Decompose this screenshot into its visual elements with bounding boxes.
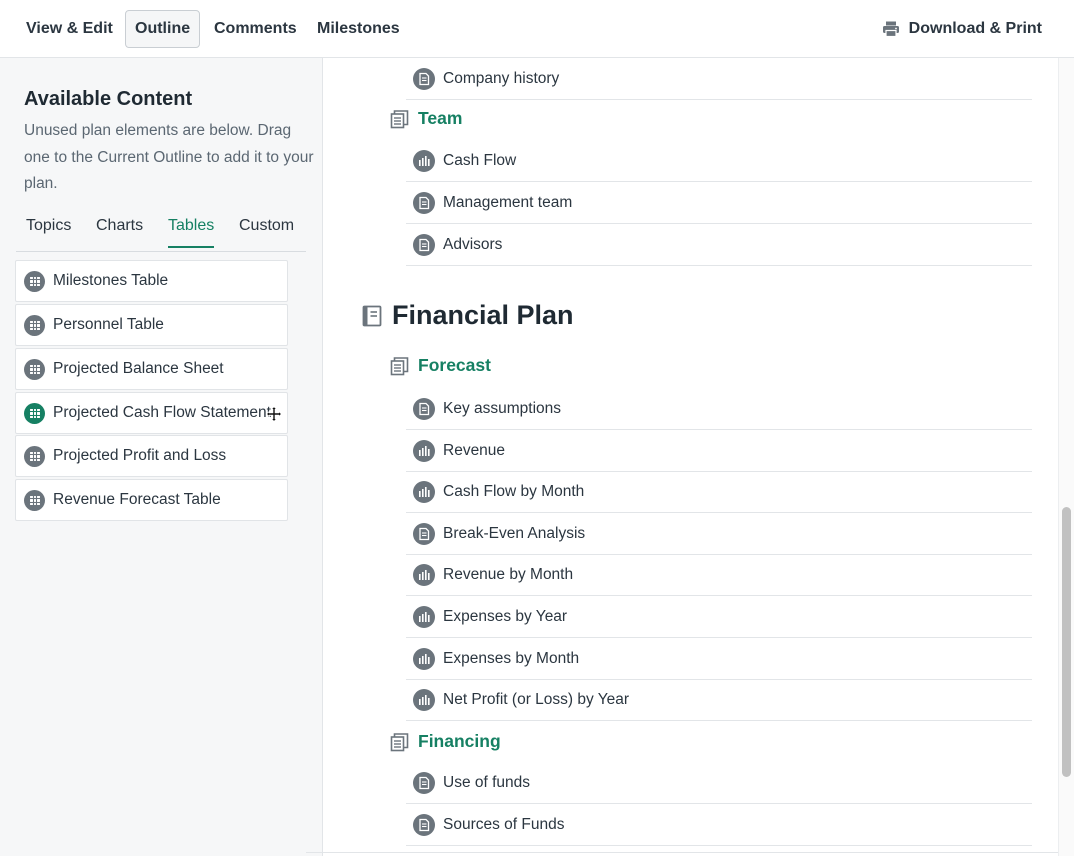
section-forecast[interactable]: Forecast <box>390 355 491 376</box>
outline-item-label: Expenses by Year <box>443 607 568 625</box>
outline-item[interactable]: Management team <box>406 182 1032 224</box>
section-pages-icon <box>390 109 409 128</box>
item-label: Milestones Table <box>53 272 169 289</box>
section-title: Forecast <box>418 355 491 375</box>
list-item[interactable]: Milestones Table <box>15 260 288 302</box>
section-team[interactable]: Team <box>390 108 462 129</box>
book-icon <box>362 305 382 326</box>
tab-comments[interactable]: Comments <box>204 10 307 48</box>
outline-item[interactable]: Cash Flow <box>406 140 1032 182</box>
content-type-tabs: Topics Charts Tables Custom <box>16 214 306 252</box>
list-item[interactable]: Personnel Table <box>15 304 288 346</box>
top-navigation: View & Edit Outline Comments Milestones … <box>0 0 1074 58</box>
chart-icon <box>413 688 435 711</box>
table-grid-icon <box>24 445 45 467</box>
outline-item-label: Company history <box>443 69 560 87</box>
outline-item[interactable]: Revenue by Month <box>406 554 1032 596</box>
document-icon <box>413 233 435 256</box>
chapter-financial-plan[interactable]: Financial Plan <box>362 300 574 331</box>
tab-custom[interactable]: Custom <box>239 217 294 246</box>
download-print-label: Download & Print <box>908 20 1042 37</box>
list-item[interactable]: Projected Cash Flow Statement <box>15 392 288 434</box>
document-icon <box>413 522 435 545</box>
table-grid-icon <box>24 270 45 292</box>
tab-topics[interactable]: Topics <box>26 217 71 246</box>
item-label: Projected Profit and Loss <box>53 447 227 464</box>
outline-item-label: Sources of Funds <box>443 815 565 833</box>
item-label: Personnel Table <box>53 316 164 333</box>
outline-item[interactable]: Advisors <box>406 224 1032 266</box>
chart-icon <box>413 563 435 586</box>
item-label: Projected Balance Sheet <box>53 360 224 377</box>
outline-item[interactable]: Key assumptions <box>406 388 1032 430</box>
document-icon <box>413 771 435 794</box>
divider <box>306 852 1058 853</box>
outline-item-label: Revenue by Month <box>443 565 574 583</box>
list-item[interactable]: Projected Balance Sheet <box>15 348 288 390</box>
table-grid-icon <box>24 489 45 511</box>
list-item[interactable]: Projected Profit and Loss <box>15 435 288 477</box>
outline-item-label: Advisors <box>443 235 503 253</box>
list-item[interactable]: Revenue Forecast Table <box>15 479 288 521</box>
outline-item-label: Use of funds <box>443 773 531 791</box>
document-icon <box>413 67 435 90</box>
current-outline: Company history Team Cash Flow Managemen… <box>324 58 1058 856</box>
outline-item-label: Net Profit (or Loss) by Year <box>443 690 630 708</box>
tab-tables[interactable]: Tables <box>168 217 215 248</box>
chapter-title: Financial Plan <box>392 300 574 330</box>
scrollbar-thumb[interactable] <box>1062 507 1071 777</box>
outline-item[interactable]: Expenses by Month <box>406 638 1032 680</box>
document-icon <box>413 397 435 420</box>
chart-icon <box>413 605 435 628</box>
outline-item[interactable]: Break-Even Analysis <box>406 513 1032 555</box>
chart-icon <box>413 149 435 172</box>
outline-item[interactable]: Use of funds <box>406 762 1032 804</box>
table-grid-icon <box>24 314 45 336</box>
tab-view-edit[interactable]: View & Edit <box>16 10 123 48</box>
section-title: Team <box>418 108 463 128</box>
table-grid-icon <box>24 358 45 380</box>
outline-item-label: Expenses by Month <box>443 649 580 667</box>
outline-item[interactable]: Cash Flow by Month <box>406 471 1032 513</box>
section-financing[interactable]: Financing <box>390 731 501 752</box>
outline-item[interactable]: Company history <box>406 58 1032 100</box>
outline-item-label: Cash Flow <box>443 151 517 169</box>
section-pages-icon <box>390 732 409 751</box>
tab-outline[interactable]: Outline <box>125 10 201 48</box>
item-label: Revenue Forecast Table <box>53 491 221 508</box>
section-pages-icon <box>390 356 409 375</box>
move-cursor-icon <box>266 406 282 422</box>
tab-milestones[interactable]: Milestones <box>307 10 410 48</box>
tab-charts[interactable]: Charts <box>96 217 143 246</box>
outline-item-label: Key assumptions <box>443 399 562 417</box>
outline-item-label: Revenue <box>443 441 506 459</box>
outline-item[interactable]: Net Profit (or Loss) by Year <box>406 679 1032 721</box>
chart-icon <box>413 439 435 462</box>
download-print-button[interactable]: Download & Print <box>882 10 1042 48</box>
sidebar-title: Available Content <box>24 88 193 110</box>
outline-item[interactable]: Sources of Funds <box>406 804 1032 846</box>
outline-item[interactable]: Revenue <box>406 430 1032 472</box>
chart-icon <box>413 647 435 670</box>
document-icon <box>413 813 435 836</box>
outline-item-label: Management team <box>443 193 573 211</box>
item-label: Projected Cash Flow Statement <box>53 404 271 421</box>
table-grid-icon <box>24 402 45 424</box>
printer-icon <box>882 21 899 38</box>
outline-item-label: Cash Flow by Month <box>443 482 585 500</box>
outline-item[interactable]: Expenses by Year <box>406 596 1032 638</box>
outline-item-label: Break-Even Analysis <box>443 524 586 542</box>
chart-icon <box>413 480 435 503</box>
document-icon <box>413 191 435 214</box>
sidebar-description: Unused plan elements are below. Drag one… <box>24 122 314 192</box>
section-title: Financing <box>418 731 501 751</box>
